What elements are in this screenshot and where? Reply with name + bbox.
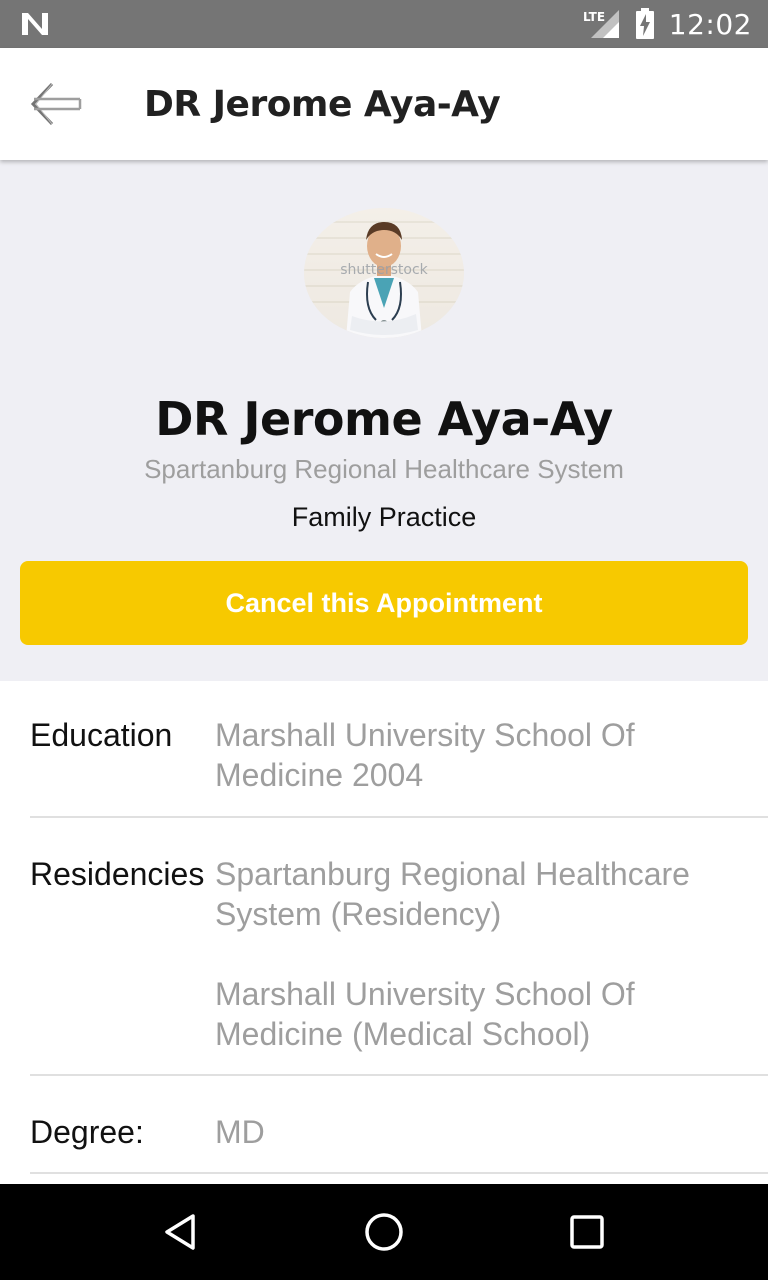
hospital-name: Spartanburg Regional Healthcare System <box>144 454 624 484</box>
residencies-label: Residencies <box>30 856 205 892</box>
app-bar: DR Jerome Aya-Ay <box>0 48 768 160</box>
education-label: Education <box>30 717 173 753</box>
doctor-name: DR Jerome Aya-Ay <box>155 392 613 446</box>
notification-n-icon <box>20 11 50 37</box>
cancel-appointment-button[interactable]: Cancel this Appointment <box>20 561 748 645</box>
nav-back-button[interactable] <box>133 1184 229 1280</box>
triangle-back-icon <box>161 1212 201 1252</box>
degree-row: Degree: MD <box>30 1076 768 1174</box>
specialty: Family Practice <box>291 502 477 532</box>
lte-signal-icon: LTE <box>583 8 621 40</box>
avatar-watermark: shutterstock <box>340 262 428 278</box>
residency-value: Spartanburg Regional Healthcare System (… <box>215 856 690 932</box>
degree-value: MD <box>215 1114 265 1150</box>
education-value: Marshall University School Of Medicine 2… <box>215 717 635 793</box>
residency-value: Marshall University School Of Medicine (… <box>215 976 635 1052</box>
residencies-row: Residencies Spartanburg Regional Healthc… <box>30 818 768 1076</box>
status-bar: LTE 12:02 <box>0 0 768 48</box>
doctor-details: Education Marshall University School Of … <box>0 681 768 1184</box>
system-nav-bar <box>0 1184 768 1280</box>
nav-home-button[interactable] <box>336 1184 432 1280</box>
profile-header: shutterstock DR Jerome Aya-Ay Spartanbur… <box>0 160 768 681</box>
page-title: DR Jerome Aya-Ay <box>144 83 501 125</box>
battery-charging-icon <box>635 8 655 40</box>
nav-recents-button[interactable] <box>539 1184 635 1280</box>
back-button[interactable] <box>0 48 112 160</box>
back-arrow-icon <box>30 81 82 127</box>
square-recents-icon <box>568 1213 606 1251</box>
circle-home-icon <box>363 1211 405 1253</box>
education-row: Education Marshall University School Of … <box>30 681 768 818</box>
degree-label: Degree: <box>30 1114 144 1150</box>
status-time: 12:02 <box>668 7 752 41</box>
avatar: shutterstock <box>304 208 464 338</box>
network-label: LTE <box>583 10 605 24</box>
